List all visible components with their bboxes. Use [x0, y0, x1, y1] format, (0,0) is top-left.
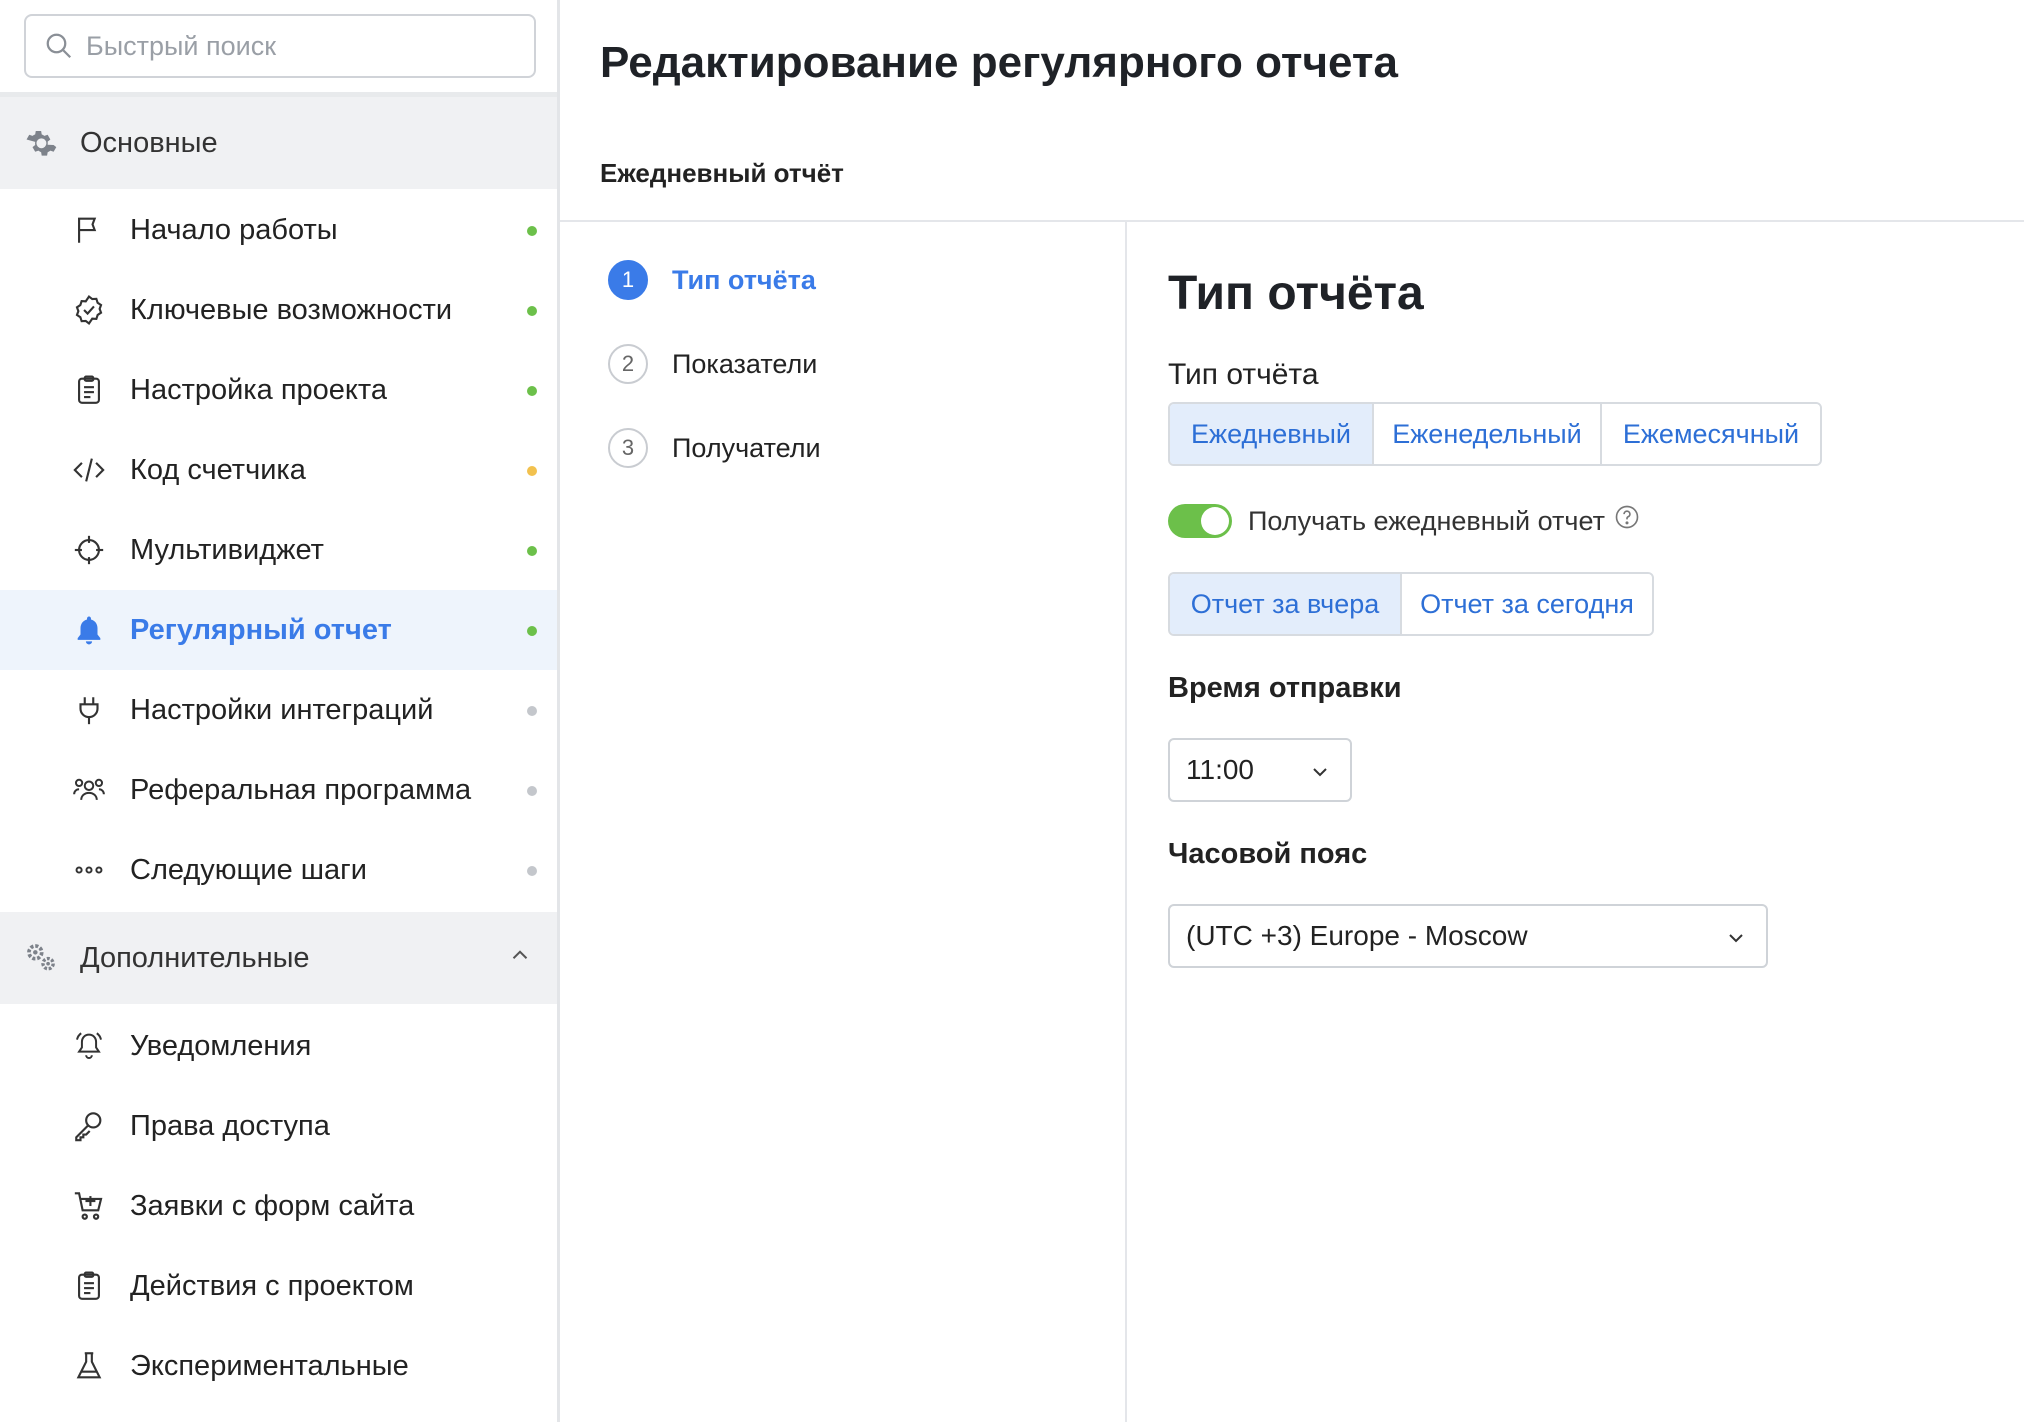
sidebar-item-label: Следующие шаги	[130, 853, 367, 886]
search-input[interactable]	[86, 30, 506, 62]
report-name-tab[interactable]: Ежедневный отчёт	[600, 158, 844, 189]
step-label: Тип отчёта	[672, 264, 816, 295]
send-time-select[interactable]: 11:00	[1168, 738, 1352, 802]
status-dot	[527, 386, 537, 396]
sidebar-item-getting-started[interactable]: Начало работы	[0, 190, 557, 270]
step-number: 1	[608, 260, 648, 300]
cart-icon	[74, 1192, 103, 1220]
gears-icon	[27, 944, 55, 971]
status-dot	[527, 786, 537, 796]
report-type-selector: Ежедневный Еженедельный Ежемесячный	[1168, 402, 1822, 466]
check-badge-icon	[75, 295, 103, 325]
status-dot	[527, 306, 537, 316]
sidebar-item-multiwidget[interactable]: Мультивиджет	[0, 510, 557, 590]
sidebar-item-key-features[interactable]: Ключевые возможности	[0, 270, 557, 350]
chevron-up-icon[interactable]	[507, 942, 533, 968]
timezone-label: Часовой пояс	[1168, 838, 1368, 870]
sidebar-item-label: Настройка проекта	[130, 373, 388, 406]
sidebar-item-regular-report[interactable]: Регулярный отчет	[0, 590, 557, 670]
send-time-label: Время отправки	[1168, 672, 1402, 704]
report-period-selector: Отчет за вчера Отчет за сегодня	[1168, 572, 1654, 636]
step-metrics[interactable]: 2 Показатели	[608, 344, 817, 384]
status-dot	[527, 226, 537, 236]
period-yesterday[interactable]: Отчет за вчера	[1170, 574, 1402, 634]
step-label: Показатели	[672, 348, 818, 379]
step-number: 3	[608, 428, 648, 468]
status-dot	[527, 706, 537, 716]
sidebar-item-label: Экспериментальные	[130, 1349, 409, 1382]
sidebar-item-label: Код счетчика	[130, 453, 306, 486]
step-label: Получатели	[672, 432, 821, 463]
sidebar-item-project-actions[interactable]: Действия с проектом	[0, 1246, 557, 1326]
sidebar-item-label: Регулярный отчет	[130, 613, 392, 646]
status-dot	[527, 626, 537, 636]
content-title: Тип отчёта	[1168, 267, 1424, 320]
chevron-down-icon	[1313, 768, 1327, 777]
timezone-select[interactable]: (UTC +3) Europe - Moscow	[1168, 904, 1768, 968]
step-recipients[interactable]: 3 Получатели	[608, 428, 821, 468]
notification-bell-icon	[75, 1032, 103, 1059]
group-main[interactable]: Основные	[0, 97, 557, 189]
step-number: 2	[608, 344, 648, 384]
quick-search[interactable]	[24, 14, 536, 78]
crosshair-icon	[74, 535, 104, 565]
main-panel: Редактирование регулярного отчета Ежедне…	[560, 0, 2024, 1422]
sidebar-item-experimental[interactable]: Экспериментальные	[0, 1326, 557, 1406]
help-icon[interactable]	[1613, 503, 1641, 531]
gear-icon	[26, 130, 57, 156]
people-icon	[73, 778, 105, 801]
sidebar-item-notifications[interactable]: Уведомления	[0, 1006, 557, 1086]
sidebar-item-integrations[interactable]: Настройки интеграций	[0, 670, 557, 750]
status-dot	[527, 466, 537, 476]
group-extra[interactable]: Дополнительные	[0, 912, 557, 1004]
search-icon	[46, 33, 72, 59]
toggle-knob	[1201, 507, 1229, 535]
steps-divider	[1125, 222, 1127, 1422]
receive-report-label: Получать ежедневный отчет	[1248, 505, 1605, 536]
chevron-down-icon	[1729, 934, 1743, 943]
timezone-value: (UTC +3) Europe - Moscow	[1186, 920, 1528, 951]
flask-icon	[76, 1352, 102, 1379]
sidebar: Основные Начало работы Ключевые возможно…	[0, 0, 560, 1422]
group-main-label: Основные	[80, 126, 218, 159]
sidebar-item-label: Ключевые возможности	[130, 293, 453, 326]
plug-icon	[79, 697, 99, 725]
code-icon	[73, 458, 105, 482]
report-type-daily[interactable]: Ежедневный	[1170, 404, 1374, 464]
status-dot	[527, 546, 537, 556]
sidebar-item-label: Реферальная программа	[130, 773, 472, 806]
receive-report-row: Получать ежедневный отчет	[1168, 504, 1641, 538]
report-type-monthly[interactable]: Ежемесячный	[1602, 404, 1820, 464]
sidebar-item-label: Уведомления	[130, 1029, 312, 1062]
bell-icon	[77, 616, 101, 645]
more-dots-icon	[75, 866, 103, 874]
clipboard-icon	[78, 375, 100, 404]
key-icon	[75, 1112, 102, 1142]
sidebar-item-referral[interactable]: Реферальная программа	[0, 750, 557, 830]
flag-icon	[78, 217, 97, 243]
report-type-weekly[interactable]: Еженедельный	[1374, 404, 1602, 464]
sidebar-item-label: Настройки интеграций	[130, 693, 434, 726]
sidebar-item-label: Права доступа	[130, 1109, 330, 1142]
sidebar-item-counter-code[interactable]: Код счетчика	[0, 430, 557, 510]
clipboard-list-icon	[78, 1271, 100, 1300]
sidebar-item-label: Действия с проектом	[130, 1269, 414, 1302]
sidebar-item-label: Мультивиджет	[130, 533, 324, 566]
group-extra-label: Дополнительные	[80, 941, 310, 974]
sidebar-item-access-rights[interactable]: Права доступа	[0, 1086, 557, 1166]
send-time-value: 11:00	[1186, 754, 1254, 785]
sidebar-item-site-forms[interactable]: Заявки с форм сайта	[0, 1166, 557, 1246]
report-type-label: Тип отчёта	[1168, 358, 1319, 391]
sidebar-item-project-settings[interactable]: Настройка проекта	[0, 350, 557, 430]
sidebar-item-next-steps[interactable]: Следующие шаги	[0, 830, 557, 910]
status-dot	[527, 866, 537, 876]
receive-report-toggle[interactable]	[1168, 504, 1232, 538]
header-divider	[560, 220, 2024, 222]
page-title: Редактирование регулярного отчета	[600, 38, 1398, 87]
step-report-type[interactable]: 1 Тип отчёта	[608, 260, 816, 300]
sidebar-item-label: Начало работы	[130, 213, 338, 246]
period-today[interactable]: Отчет за сегодня	[1402, 574, 1652, 634]
sidebar-item-label: Заявки с форм сайта	[130, 1189, 415, 1222]
